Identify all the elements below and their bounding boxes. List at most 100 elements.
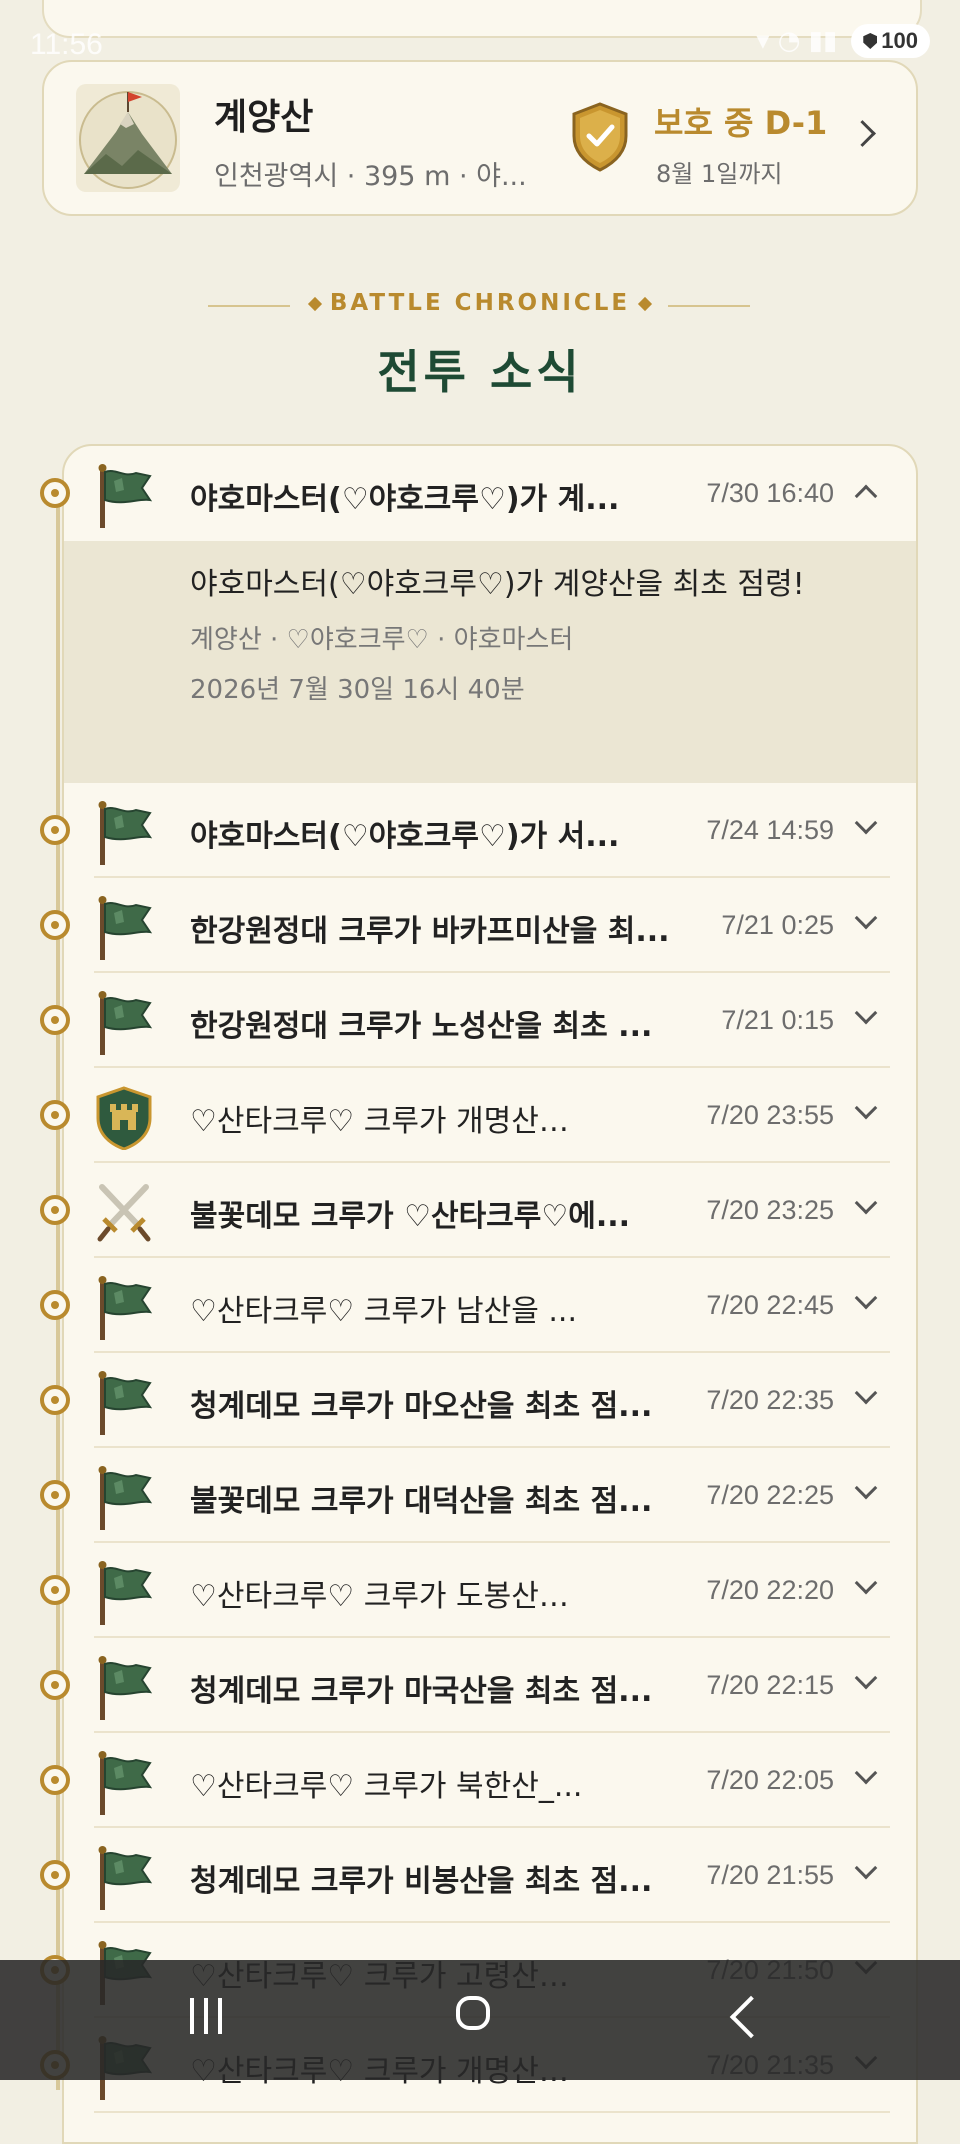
- flag-icon: [94, 1656, 154, 1720]
- section-title: 전투 소식: [377, 345, 583, 399]
- recent-apps-button[interactable]: [168, 1990, 248, 2050]
- feed-item-title: 청계데모 크루가 비봉산을 최초 점...: [190, 1864, 653, 1899]
- flag-icon: [94, 1371, 154, 1435]
- feed-item-title: ♡산타크루♡ 크루가 북한산_...: [190, 1769, 583, 1804]
- chevron-down-icon[interactable]: [854, 811, 878, 835]
- signal-wifi-icon: ▾ ◔ ▮▮: [756, 26, 838, 56]
- chevron-up-icon[interactable]: [854, 484, 878, 508]
- chevron-down-icon[interactable]: [854, 1761, 878, 1785]
- castle-icon: [94, 1086, 154, 1151]
- mountain-thumbnail: [76, 84, 180, 192]
- feed-item-title: ♡산타크루♡ 크루가 개명산…: [190, 1104, 569, 1139]
- battle-feed-item[interactable]: ♡산타크루♡ 크루가 도봉산… 7/20 22:20: [64, 1543, 916, 1638]
- timeline-dot: [40, 1765, 70, 1795]
- chevron-down-icon[interactable]: [854, 1191, 878, 1215]
- feed-item-time: 7/21 0:15: [721, 1005, 834, 1035]
- feed-item-title: 불꽃데모 크루가 ♡산타크루♡에...: [190, 1199, 631, 1234]
- battle-feed-item[interactable]: ♡산타크루♡ 크루가 개명산… 7/20 23:55: [64, 1068, 916, 1163]
- battle-feed-list: 야호마스터(♡야호크루♡)가 계... 7/30 16:40 야호마스터(♡야호크루…: [62, 444, 918, 2144]
- feed-item-title: 청계데모 크루가 마오산을 최초 점...: [190, 1389, 653, 1424]
- status-bar: 11:56 ▾ ◔ ▮▮ 100: [30, 24, 930, 68]
- detail-meta: 계양산 · ♡야호크루♡ · 야호마스터: [190, 625, 574, 655]
- feed-item-title: 한강원정대 크루가 바카프미산을 최...: [190, 914, 670, 949]
- timeline-dot: [40, 815, 70, 845]
- feed-item-title: 야호마스터(♡야호크루♡)가 서...: [190, 819, 620, 854]
- battle-feed-item[interactable]: 한강원정대 크루가 노성산을 최초 ... 7/21 0:15: [64, 973, 916, 1068]
- divider-line-right: [668, 305, 750, 307]
- battle-feed-item[interactable]: 청계데모 크루가 마국산을 최초 점... 7/20 22:15: [64, 1638, 916, 1733]
- feed-item-time: 7/20 23:25: [706, 1195, 834, 1225]
- status-indicators: ▾ ◔ ▮▮ 100: [756, 24, 930, 58]
- mountain-subtitle: 인천광역시 · 395 m · 야...: [214, 161, 527, 192]
- expanded-detail-panel: 야호마스터(♡야호크루♡)가 계양산을 최초 점령! 계양산 · ♡야호크루♡ ·…: [64, 541, 916, 783]
- timeline-dot: [40, 1385, 70, 1415]
- chevron-down-icon[interactable]: [854, 1096, 878, 1120]
- timeline-dot: [40, 1005, 70, 1035]
- mountain-card[interactable]: 계양산 인천광역시 · 395 m · 야... 보호 중 D-1 8월 1일까…: [42, 60, 918, 216]
- flag-icon: [94, 1466, 154, 1530]
- timeline-dot: [40, 1575, 70, 1605]
- timeline-dot: [40, 1670, 70, 1700]
- feed-item-title: 청계데모 크루가 마국산을 최초 점...: [190, 1674, 653, 1709]
- battle-feed-item[interactable]: 야호마스터(♡야호크루♡)가 서... 7/24 14:59: [64, 783, 916, 878]
- feed-item-title: 한강원정대 크루가 노성산을 최초 ...: [190, 1009, 653, 1044]
- flag-icon: [94, 464, 154, 528]
- chevron-down-icon[interactable]: [854, 1286, 878, 1310]
- chevron-right-icon[interactable]: [849, 120, 876, 147]
- battle-feed-item[interactable]: ♡산타크루♡ 크루가 남산을 ... 7/20 22:45: [64, 1258, 916, 1353]
- chevron-down-icon[interactable]: [854, 1571, 878, 1595]
- protection-status: 보호 중 D-1: [654, 104, 828, 142]
- chevron-down-icon[interactable]: [854, 1666, 878, 1690]
- chevron-down-icon[interactable]: [854, 906, 878, 930]
- shield-check-icon: [572, 102, 628, 172]
- battery-level: 100: [881, 28, 918, 53]
- timeline-dot: [40, 1290, 70, 1320]
- feed-item-time: 7/20 22:35: [706, 1385, 834, 1415]
- battle-feed-item[interactable]: 불꽃데모 크루가 ♡산타크루♡에... 7/20 23:25: [64, 1163, 916, 1258]
- flag-icon: [94, 1276, 154, 1340]
- flag-icon: [94, 896, 154, 960]
- flag-icon: [94, 1846, 154, 1910]
- timeline-dot: [40, 1480, 70, 1510]
- timeline-dot: [40, 910, 70, 940]
- chevron-down-icon[interactable]: [854, 1476, 878, 1500]
- feed-item-title: ♡산타크루♡ 크루가 도봉산…: [190, 1579, 569, 1614]
- feed-item-time: 7/24 14:59: [706, 815, 834, 845]
- chevron-down-icon[interactable]: [854, 1001, 878, 1025]
- detail-message: 야호마스터(♡야호크루♡)가 계양산을 최초 점령!: [190, 567, 805, 602]
- flag-icon: [94, 1751, 154, 1815]
- feed-item-time: 7/30 16:40: [706, 478, 834, 508]
- back-button[interactable]: [710, 1990, 790, 2050]
- feed-item-title: 불꽃데모 크루가 대덕산을 최초 점...: [190, 1484, 653, 1519]
- flag-icon: [94, 801, 154, 865]
- row-divider: [94, 2111, 890, 2113]
- status-time: 11:56: [30, 28, 103, 61]
- battle-feed-item[interactable]: 한강원정대 크루가 바카프미산을 최... 7/21 0:25: [64, 878, 916, 973]
- timeline-dot: [40, 1860, 70, 1890]
- feed-item-time: 7/20 22:15: [706, 1670, 834, 1700]
- chevron-down-icon[interactable]: [854, 1381, 878, 1405]
- feed-item-time: 7/20 23:55: [706, 1100, 834, 1130]
- timeline-dot: [40, 478, 70, 508]
- feed-item-title: ♡산타크루♡ 크루가 남산을 ...: [190, 1294, 578, 1329]
- timeline-dot: [40, 1100, 70, 1130]
- battle-feed-item[interactable]: 야호마스터(♡야호크루♡)가 계... 7/30 16:40: [64, 446, 916, 541]
- feed-item-time: 7/21 0:25: [721, 910, 834, 940]
- section-eyebrow: BATTLE CHRONICLE: [329, 290, 631, 316]
- home-button[interactable]: [436, 1990, 516, 2050]
- feed-item-time: 7/20 22:45: [706, 1290, 834, 1320]
- battle-feed-item[interactable]: 불꽃데모 크루가 대덕산을 최초 점... 7/20 22:25: [64, 1448, 916, 1543]
- chevron-down-icon[interactable]: [854, 1856, 878, 1880]
- timeline-dot: [40, 1195, 70, 1225]
- feed-item-time: 7/20 22:25: [706, 1480, 834, 1510]
- system-nav-bar: [0, 1960, 960, 2080]
- protection-until: 8월 1일까지: [656, 160, 783, 188]
- feed-item-title: 야호마스터(♡야호크루♡)가 계...: [190, 482, 620, 517]
- flag-icon: [94, 991, 154, 1055]
- detail-date: 2026년 7월 30일 16시 40분: [190, 675, 525, 705]
- battle-feed-item[interactable]: 청계데모 크루가 비봉산을 최초 점... 7/20 21:55: [64, 1828, 916, 1923]
- swords-icon: [94, 1181, 154, 1245]
- battle-feed-item[interactable]: ♡산타크루♡ 크루가 북한산_... 7/20 22:05: [64, 1733, 916, 1828]
- feed-item-time: 7/20 22:20: [706, 1575, 834, 1605]
- battle-feed-item[interactable]: 청계데모 크루가 마오산을 최초 점... 7/20 22:35: [64, 1353, 916, 1448]
